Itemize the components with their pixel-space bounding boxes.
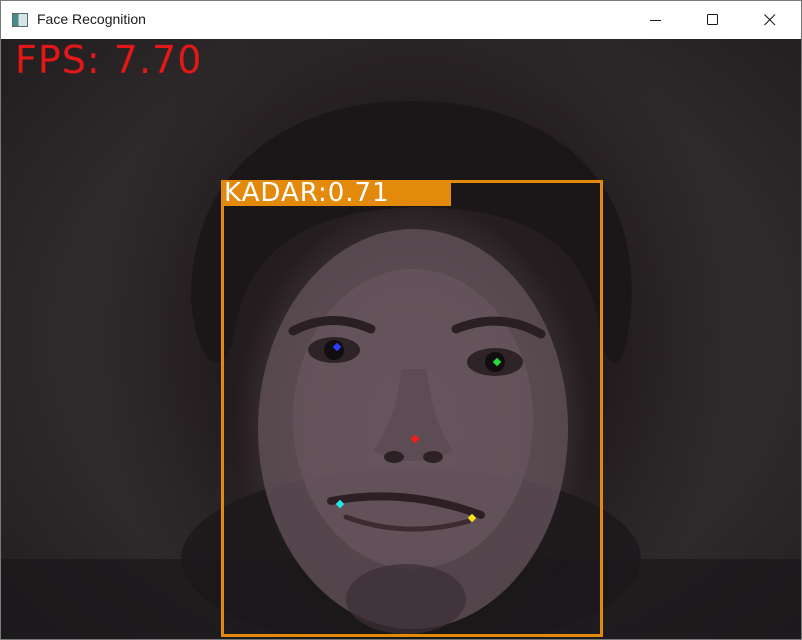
maximize-icon [707,14,718,25]
close-button[interactable] [747,1,793,39]
title-bar[interactable]: Face Recognition [1,1,801,39]
minimize-icon [650,20,661,21]
fps-readout: FPS: 7.70 [15,39,203,82]
face-label: KADAR:0.71 [224,178,390,208]
maximize-button[interactable] [690,1,736,39]
camera-feed: FPS: 7.70 KADAR:0.71 [1,39,801,639]
app-window: Face Recognition FPS: 7.70 KADAR:0.71 [0,0,802,640]
window-title: Face Recognition [37,11,146,27]
window-app-icon[interactable] [12,13,28,27]
close-icon [764,14,776,26]
face-bounding-box [221,180,603,637]
minimize-button[interactable] [633,1,679,39]
